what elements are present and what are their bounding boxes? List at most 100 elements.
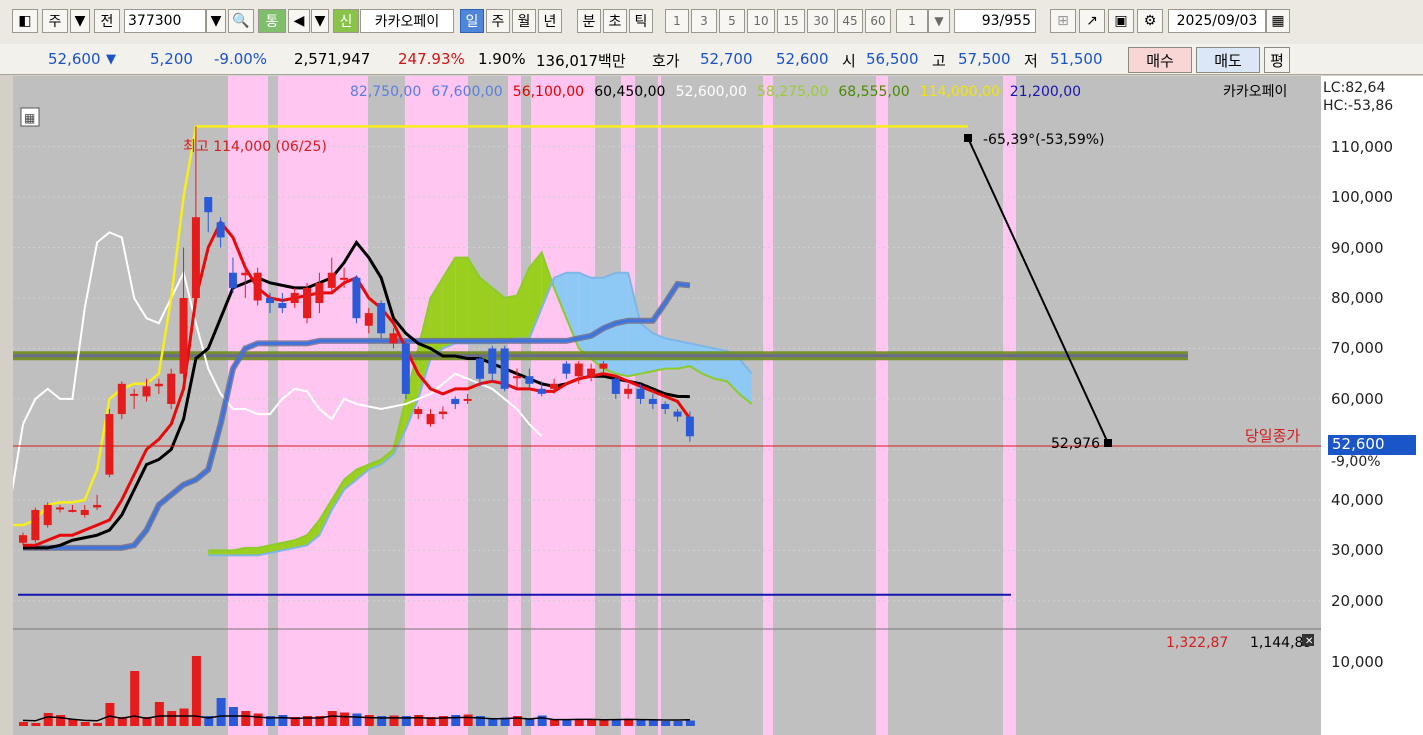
interval-1[interactable]: 1 [665,9,689,33]
period-year[interactable]: 년 [538,9,562,33]
volume-bar [56,715,66,726]
candle-body [624,388,633,394]
candle-body [414,409,423,415]
gear-icon[interactable]: ⚙ [1137,9,1163,33]
candle-body [611,378,620,394]
volume-tick: 10,000 [1331,653,1384,671]
candle-body [438,411,447,415]
candle-body [562,363,571,374]
price-chart[interactable]: -65,39°(-53,59%) 52,976 최고 114,000 (06/2… [13,76,1321,735]
compare-icon[interactable]: ⊞ [1050,9,1076,33]
change-pct: -9.00% [214,50,268,68]
candle-body [117,383,126,415]
trend-handle-start[interactable] [964,134,972,142]
trend-handle-end[interactable] [1104,439,1112,447]
interval-3[interactable]: 3 [691,9,717,33]
window-icon[interactable]: ◧ [12,9,38,33]
code-input[interactable]: 377300 [124,9,206,33]
period-month[interactable]: 월 [512,9,536,33]
candle-body [68,509,77,512]
candle-body [377,303,386,334]
sound-dropdown-icon[interactable]: ▼ [311,9,329,33]
tong-button[interactable]: 통 [258,9,286,33]
volume-bar [352,713,362,726]
target-value: 52,976 [1051,436,1100,452]
amount: 136,017백만 [536,52,626,70]
candle-body [278,303,287,309]
interval-60[interactable]: 60 [865,9,891,33]
volume-bar [93,723,103,726]
volume-bar [80,722,90,726]
candle-body [191,217,200,298]
cloud-segment [245,547,258,556]
volume-bar [241,711,251,726]
low-price: 51,500 [1050,50,1103,68]
band-pink [658,76,661,735]
bid-price: 52,600 [776,50,829,68]
band-grey [773,76,876,735]
y-tick: 100,000 [1331,188,1394,207]
interval-15[interactable]: 15 [777,9,805,33]
chart-svg: -65,39°(-53,59%) 52,976 최고 114,000 (06/2… [13,76,1321,735]
prev-button[interactable]: 전 [94,9,120,33]
code-dropdown-icon[interactable]: ▼ [206,9,226,33]
hc-label: HC:-53,86 [1323,98,1394,114]
candle-body [105,414,114,475]
period-minute[interactable]: 분 [577,9,601,33]
count-input[interactable]: 1 [896,9,928,33]
search-icon[interactable]: 🔍 [228,9,254,33]
volume-bar [599,720,609,726]
band-pink [621,76,635,735]
candle-body [401,343,410,394]
trend-tool-icon[interactable]: ↗ [1079,9,1105,33]
band-grey [661,76,763,735]
stock-name: 카카오페이 [360,9,454,33]
candle-body [636,388,645,399]
chevron-down-icon[interactable]: ▼ [70,9,90,33]
candle-body [525,376,534,384]
change: 5,200 [150,50,193,68]
legend-value-6: 68,555,00 [838,84,909,100]
y-tick: 70,000 [1331,339,1384,358]
buy-button[interactable]: 매수 [1128,47,1192,73]
interval-45[interactable]: 45 [837,9,863,33]
y-tick: 90,000 [1331,238,1384,257]
volume-bar [43,713,53,726]
y-tick: 30,000 [1331,541,1384,560]
cloud-segment [467,257,480,344]
period-day[interactable]: 일 [460,9,484,33]
candle-body [574,363,583,377]
interval-30[interactable]: 30 [807,9,835,33]
y-tick: 40,000 [1331,490,1384,509]
count-dropdown-icon[interactable]: ▼ [928,9,950,33]
interval-10[interactable]: 10 [747,9,775,33]
volume-bar [685,720,695,726]
legend-value-3: 60,450,00 [594,84,665,100]
volume-bar [105,703,115,726]
date-input[interactable]: 2025/09/03 [1168,9,1266,33]
candle-body [228,272,237,288]
volume-bar [636,720,646,726]
turnover: 1.90% [478,50,526,68]
candle-body [475,358,484,379]
candle-body [550,383,559,389]
sell-button[interactable]: 매도 [1196,47,1260,73]
interval-5[interactable]: 5 [719,9,745,33]
sound-icon[interactable]: ◀ [288,9,310,33]
candle-body [204,197,213,213]
save-icon[interactable]: ▣ [1108,9,1134,33]
legend-value-4: 52,600,00 [676,84,747,100]
volume-bar [216,698,226,726]
market-select[interactable]: 주 [42,9,68,33]
period-tick[interactable]: 틱 [629,9,653,33]
period-second[interactable]: 초 [603,9,627,33]
candle-body [426,414,435,425]
low-label: 저 [1024,52,1038,70]
eval-button[interactable]: 평 [1264,47,1290,73]
down-arrow-icon: ▼ [106,52,116,67]
period-week[interactable]: 주 [486,9,510,33]
volume-bar [451,715,461,726]
volume-bar [253,713,263,726]
volume-bar [648,720,658,726]
calendar-icon[interactable]: ▦ [1266,9,1290,33]
